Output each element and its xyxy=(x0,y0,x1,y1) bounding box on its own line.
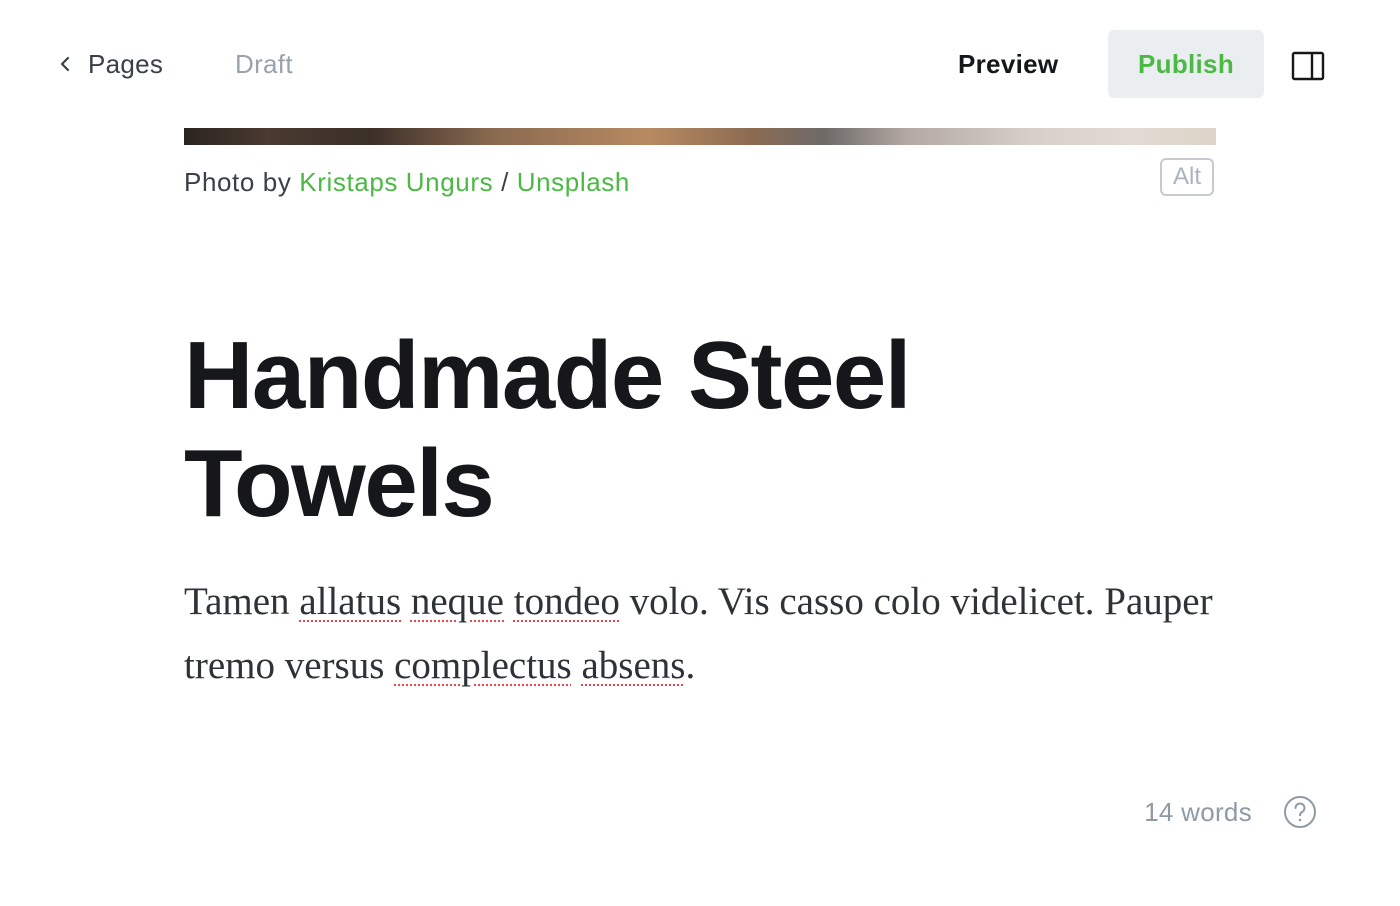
spellcheck-flagged-word[interactable]: neque xyxy=(411,580,504,623)
word-count: 14 words xyxy=(1144,797,1252,827)
photo-source-link[interactable]: Unsplash xyxy=(517,167,630,197)
post-status: Draft xyxy=(235,49,293,79)
back-link-label: Pages xyxy=(88,48,164,79)
sidebar-toggle-icon[interactable] xyxy=(1290,48,1326,84)
alt-text-button[interactable]: Alt xyxy=(1160,158,1214,196)
body-text xyxy=(504,580,514,623)
spellcheck-flagged-word[interactable]: complectus xyxy=(394,644,572,687)
back-to-pages-link[interactable]: Pages xyxy=(54,44,163,84)
editor-header: Pages Draft Preview Publish xyxy=(0,0,1400,128)
chevron-left-icon xyxy=(60,56,70,72)
body-text xyxy=(572,644,582,687)
body-text xyxy=(401,580,411,623)
post-body[interactable]: Tamen allatus neque tondeo volo. Vis cas… xyxy=(184,570,1224,698)
spellcheck-flagged-word[interactable]: absens xyxy=(582,644,686,687)
caption-separator: / xyxy=(501,167,509,197)
image-caption[interactable]: Photo by Kristaps Ungurs / Unsplash xyxy=(184,162,630,202)
post-title[interactable]: Handmade Steel Towels xyxy=(184,322,1224,538)
preview-button[interactable]: Preview xyxy=(940,30,1076,98)
body-text: . xyxy=(685,644,696,687)
photo-author-link[interactable]: Kristaps Ungurs xyxy=(299,167,493,197)
spellcheck-flagged-word[interactable]: allatus xyxy=(299,580,401,623)
caption-prefix: Photo by xyxy=(184,167,292,197)
spellcheck-flagged-word[interactable]: tondeo xyxy=(514,580,620,623)
body-text: Tamen xyxy=(184,580,300,623)
help-circle-icon[interactable] xyxy=(1282,794,1318,830)
feature-image[interactable] xyxy=(184,128,1216,145)
publish-button[interactable]: Publish xyxy=(1108,30,1264,98)
